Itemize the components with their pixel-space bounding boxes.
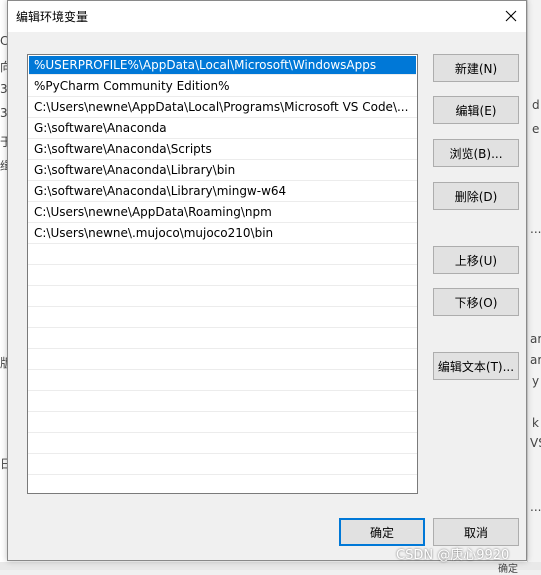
path-list-empty-row[interactable] [28, 475, 417, 493]
bg-right-panel: d e ... ar ar y k VS ... [527, 0, 541, 570]
path-list-empty-row[interactable] [28, 370, 417, 391]
cancel-button[interactable]: 取消 [433, 518, 519, 546]
path-list-empty-row[interactable] [28, 454, 417, 475]
path-list-empty-row[interactable] [28, 433, 417, 454]
path-list-item[interactable]: C:\Users\newne\.mujoco\mujoco210\bin [28, 223, 417, 244]
path-list-item[interactable]: C:\Users\newne\AppData\Roaming\npm [28, 202, 417, 223]
path-list-item[interactable]: G:\software\Anaconda\Library\bin [28, 160, 417, 181]
watermark: CSDN @庚心9920 [396, 548, 510, 563]
path-list-empty-row[interactable] [28, 349, 417, 370]
path-list-empty-row[interactable] [28, 265, 417, 286]
path-list-item[interactable]: G:\software\Anaconda [28, 118, 417, 139]
bg-bottom-strip: 确定 [0, 562, 541, 575]
delete-button[interactable]: 删除(D) [433, 182, 519, 210]
path-list[interactable]: %USERPROFILE%\AppData\Local\Microsoft\Wi… [27, 54, 418, 494]
bg-text-fragment: d [532, 98, 540, 112]
path-list-item[interactable]: %USERPROFILE%\AppData\Local\Microsoft\Wi… [29, 56, 416, 75]
ok-button[interactable]: 确定 [339, 518, 425, 546]
dialog-title: 编辑环境变量 [16, 10, 89, 24]
bg-text-fragment: ... [530, 222, 541, 236]
bg-text-fragment: k [532, 416, 539, 430]
bg-text-fragment: ar [530, 332, 541, 346]
path-list-empty-row[interactable] [28, 391, 417, 412]
move-up-button[interactable]: 上移(U) [433, 246, 519, 274]
path-list-item[interactable]: G:\software\Anaconda\Library\mingw-w64 [28, 181, 417, 202]
new-button[interactable]: 新建(N) [433, 54, 519, 82]
edit-env-var-dialog: 编辑环境变量 %USERPROFILE%\AppData\Local\Micro… [7, 0, 527, 561]
bg-text-fragment: ar [530, 353, 541, 367]
path-list-empty-row[interactable] [28, 328, 417, 349]
bg-text-fragment: VS [530, 436, 541, 450]
edit-button[interactable]: 编辑(E) [433, 96, 519, 124]
path-list-item[interactable]: %PyCharm Community Edition% [28, 76, 417, 97]
path-list-empty-row[interactable] [28, 307, 417, 328]
title-bar[interactable]: 编辑环境变量 [8, 1, 526, 32]
close-button[interactable] [496, 1, 526, 31]
path-list-empty-row[interactable] [28, 412, 417, 433]
path-list-empty-row[interactable] [28, 286, 417, 307]
bg-text-fragment: ... [530, 500, 541, 514]
edit-text-button[interactable]: 编辑文本(T)... [433, 352, 519, 380]
path-list-item[interactable]: C:\Users\newne\AppData\Local\Programs\Mi… [28, 97, 417, 118]
bg-text-fragment: e [532, 122, 540, 136]
close-icon [505, 10, 517, 22]
path-list-item[interactable]: G:\software\Anaconda\Scripts [28, 139, 417, 160]
browse-button[interactable]: 浏览(B)... [433, 139, 519, 167]
bg-text-fragment: y [532, 374, 540, 388]
move-down-button[interactable]: 下移(O) [433, 288, 519, 316]
path-list-empty-row[interactable] [28, 244, 417, 265]
